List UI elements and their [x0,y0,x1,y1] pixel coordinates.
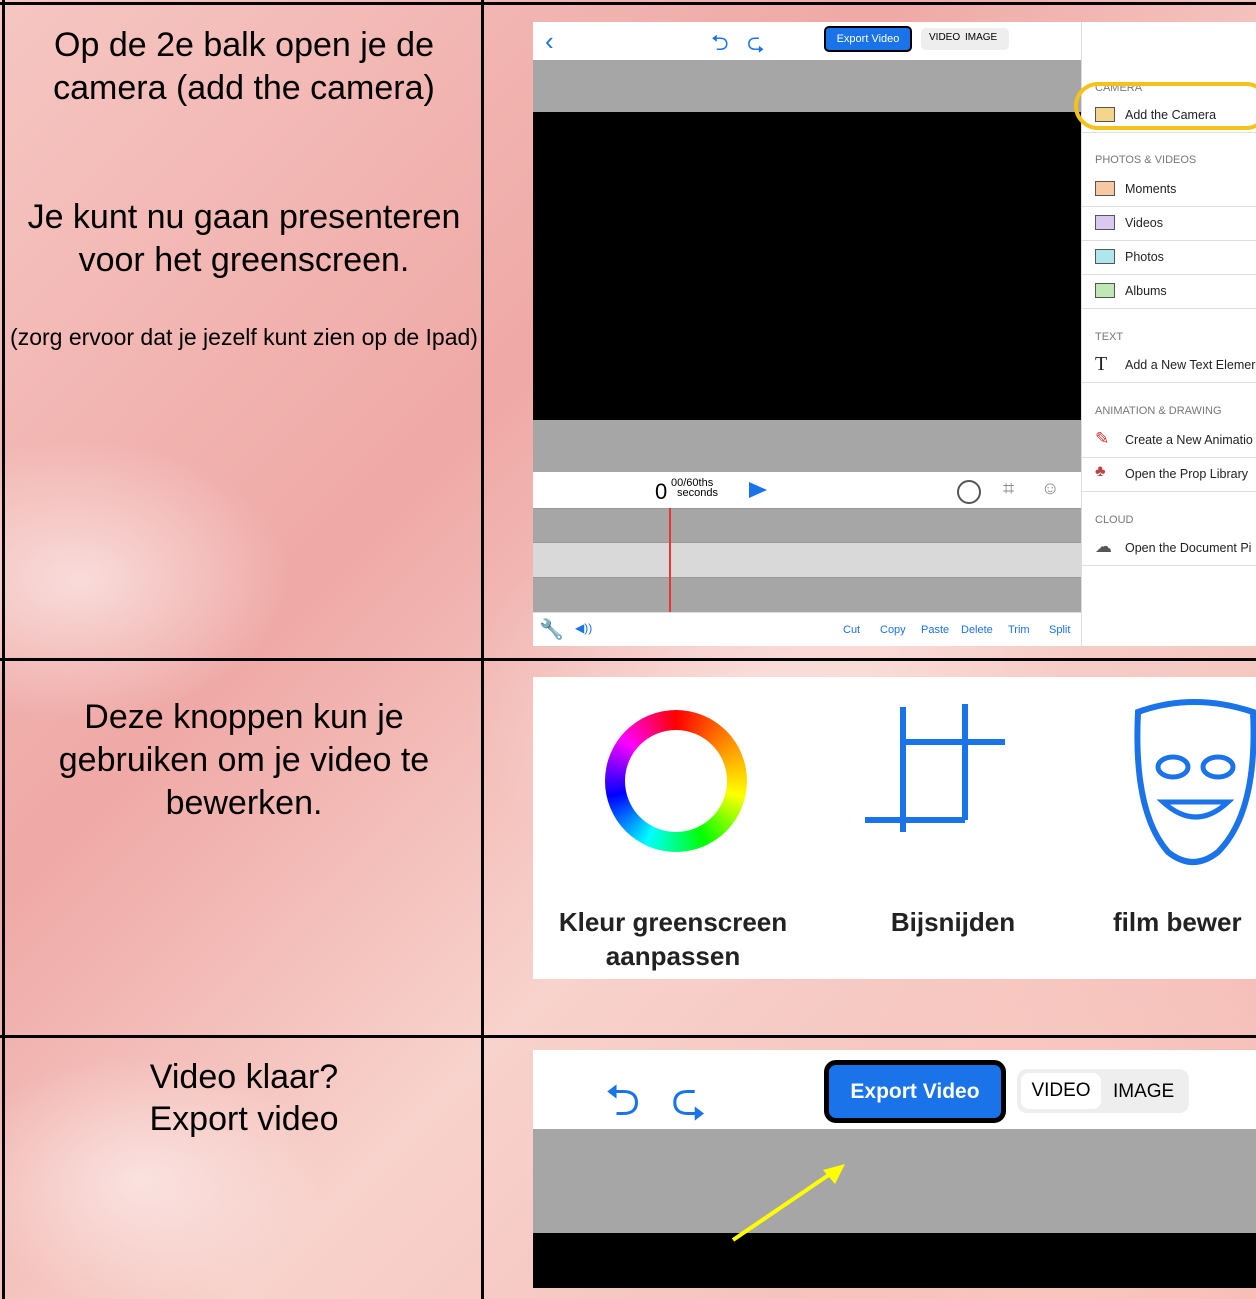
instruction-present: Je kunt nu gaan presenteren voor het gre… [27,198,461,279]
image-mode[interactable]: IMAGE [965,32,997,43]
crop-icon[interactable]: ⌗ [1003,478,1014,501]
caption-color: Kleur greenscreen aanpassen [558,907,788,971]
media-sidebar: CAMERA Add the Camera PHOTOS & VIDEOS Mo… [1074,22,1256,646]
playback-bar: 0 00/60ths seconds ⌗ ☺ [533,472,1081,508]
create-animation-label: Create a New Animatio [1125,433,1253,447]
divider [0,658,1256,661]
edit-toolbar: 🔧 ◀)) Cut Copy Paste Delete Trim Split [533,612,1081,646]
trim-button[interactable]: Trim [1008,624,1030,636]
photos-label: Photos [1125,250,1164,264]
color-wheel-center [625,730,727,832]
caption-film: film bewer [1113,907,1242,937]
videos-label: Videos [1125,216,1163,230]
photo-icon [1095,249,1115,264]
instruction-export: Export video [149,1100,339,1138]
caption-crop: Bijsnijden [890,907,1016,937]
yellow-arrow-icon [731,1164,845,1242]
cut-button[interactable]: Cut [843,624,860,636]
moments-icon [1095,181,1115,196]
mode-toggle[interactable]: VIDEO IMAGE [921,28,1009,50]
mask-icon[interactable]: ☺ [1041,478,1059,499]
text-icon: T [1095,353,1108,375]
create-animation-item[interactable]: ✎ Create a New Animatio [1082,424,1256,458]
undo-icon[interactable]: ⮌ [711,26,729,64]
section-text: TEXT [1095,331,1124,343]
top-toolbar: ‹ ⮌ ⮎ Export Video VIDEO IMAGE [533,22,1081,60]
time-unit: seconds [677,487,718,499]
mode-toggle[interactable]: VIDEO IMAGE [1017,1069,1189,1113]
add-text-label: Add a New Text Elemer [1125,358,1256,372]
timeline-track[interactable] [533,577,1081,612]
highlight-circle [1074,82,1256,130]
wrench-icon[interactable]: 🔧 [539,617,564,642]
app-screenshot-main: ‹ ⮌ ⮎ Export Video VIDEO IMAGE 0 00/60th… [533,22,1256,646]
film-icon [1095,215,1115,230]
video-mode[interactable]: VIDEO [1021,1073,1101,1109]
divider [0,2,1256,5]
crop-icon [865,704,1005,832]
speaker-icon[interactable]: ◀)) [575,621,592,635]
edit-tools-screenshot: Kleur greenscreen aanpassen Bijsnijden f… [533,677,1256,979]
moments-label: Moments [1125,182,1177,196]
image-mode[interactable]: IMAGE [1113,1081,1174,1103]
document-picker-item[interactable]: ☁ Open the Document Pi [1082,532,1256,566]
delete-button[interactable]: Delete [961,624,993,636]
instruction-ready: Video klaar? [149,1058,339,1096]
playhead[interactable] [669,508,671,612]
back-chevron-icon[interactable]: ‹ [545,26,554,57]
document-picker-label: Open the Document Pi [1125,541,1252,555]
export-screenshot: ⮌ ⮎ Export Video VIDEO IMAGE [533,1050,1256,1288]
section-cloud: CLOUD [1095,514,1134,526]
videos-item[interactable]: Videos [1082,207,1256,241]
copy-button[interactable]: Copy [880,624,906,636]
video-mode[interactable]: VIDEO [929,32,960,43]
section-animation: ANIMATION & DRAWING [1095,405,1222,417]
mask-icon [1134,699,1256,865]
color-picker-icon[interactable] [957,480,981,504]
album-icon [1095,283,1115,298]
timeline-track[interactable] [533,542,1081,577]
brush-icon: ✎ [1095,429,1110,448]
albums-item[interactable]: Albums [1082,275,1256,309]
divider [0,1035,1256,1038]
albums-label: Albums [1125,284,1167,298]
play-icon[interactable] [749,482,767,498]
canvas-top-margin [533,1129,1256,1233]
prop-library-item[interactable]: ♣ Open the Prop Library [1082,458,1256,492]
cloud-icon: ☁ [1095,537,1112,556]
canvas-top-margin [533,60,1081,112]
instruction-note: (zorg ervoor dat je jezelf kunt zien op … [10,324,478,350]
export-video-button[interactable]: Export Video [824,1060,1006,1123]
paste-button[interactable]: Paste [921,624,949,636]
moments-item[interactable]: Moments [1082,173,1256,207]
redo-icon[interactable]: ⮎ [747,26,765,64]
time-value: 0 [655,479,668,504]
export-video-button[interactable]: Export Video [824,26,912,52]
photos-item[interactable]: Photos [1082,241,1256,275]
prop-library-label: Open the Prop Library [1125,467,1248,481]
video-canvas [533,112,1081,420]
timeline-track[interactable] [533,508,1081,543]
instruction-edit-buttons: Deze knoppen kun je gebruiken om je vide… [58,698,430,822]
video-canvas [533,1233,1256,1288]
split-button[interactable]: Split [1049,624,1070,636]
prop-icon: ♣ [1095,463,1106,480]
section-photos: PHOTOS & VIDEOS [1095,154,1197,166]
time-fraction: 00/60ths seconds [671,478,718,499]
instruction-open-camera: Op de 2e balk open je de camera (add the… [53,26,435,107]
add-text-item[interactable]: T Add a New Text Elemer [1082,349,1256,383]
canvas-bottom-margin [533,420,1081,472]
